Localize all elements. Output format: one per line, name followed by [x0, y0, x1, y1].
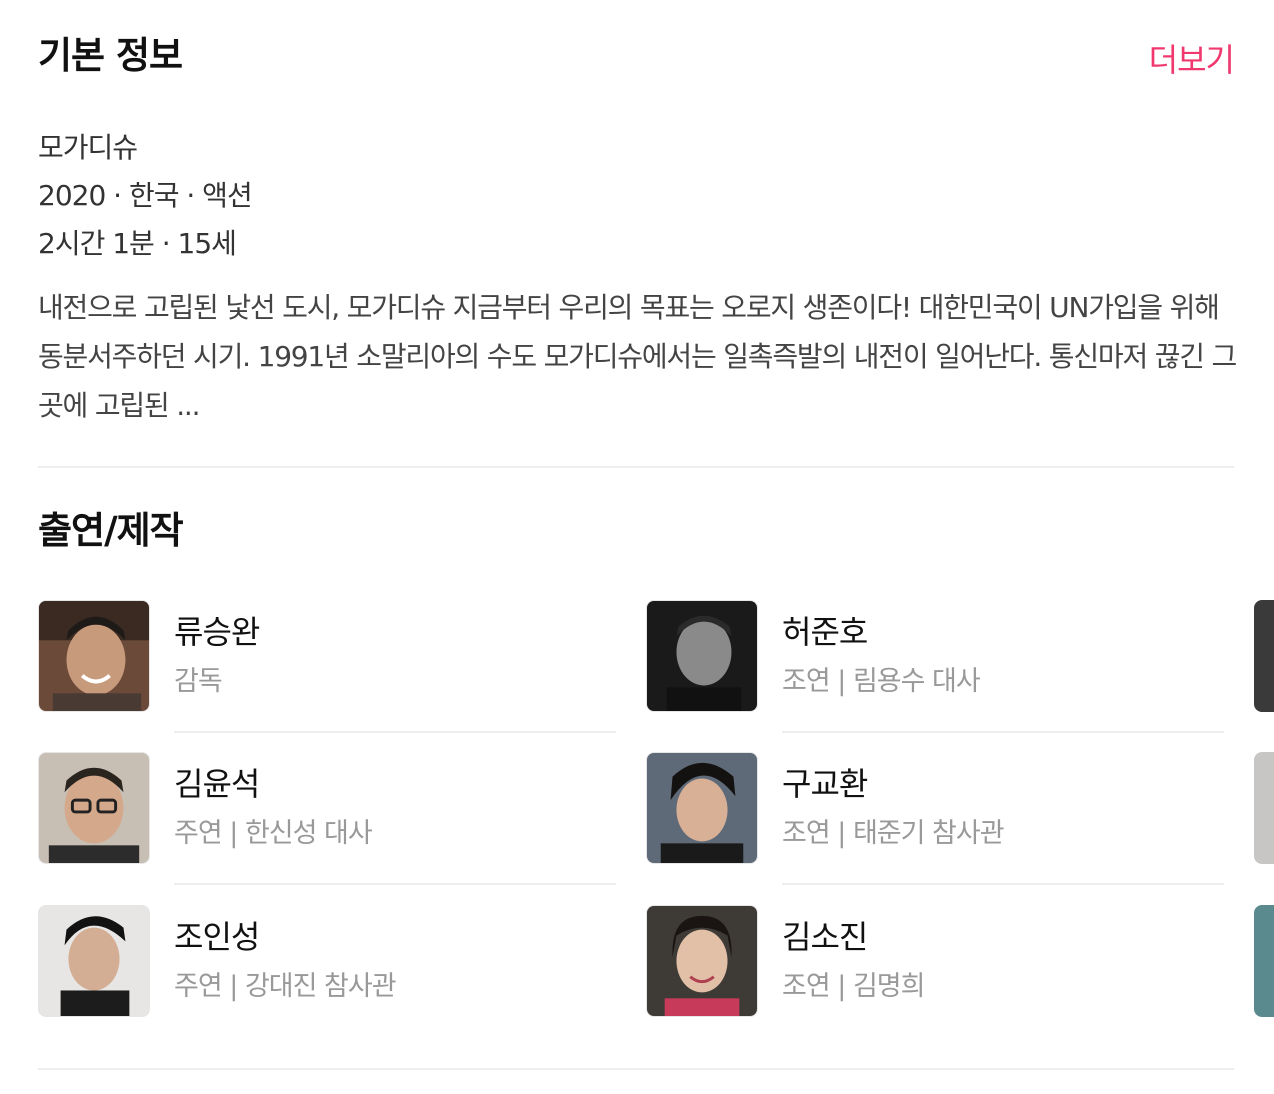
cast-photo-peek[interactable] — [1254, 752, 1274, 864]
cast-photo — [38, 600, 150, 712]
cast-section-title: 출연/제작 — [38, 509, 184, 552]
basic-info-header: 기본 정보 더보기 — [38, 30, 1235, 86]
section-divider-bottom — [38, 1068, 1234, 1070]
cast-item[interactable]: 류승완 감독 — [38, 600, 616, 714]
cast-name: 김윤석 — [174, 765, 260, 803]
cast-photo — [646, 752, 758, 864]
cast-role: 조연 | 김명희 — [782, 971, 925, 1002]
cast-photo-peek[interactable] — [1254, 905, 1274, 1017]
cast-role: 조연 | 림용수 대사 — [782, 666, 981, 697]
cast-name: 허준호 — [782, 613, 868, 651]
cast-photo — [646, 905, 758, 1017]
cast-role: 주연 | 강대진 참사관 — [174, 971, 397, 1002]
cast-photo — [38, 905, 150, 1017]
movie-meta: 모가디슈 2020 · 한국 · 액션 2시간 1분 · 15세 — [38, 124, 253, 268]
more-button[interactable]: 더보기 — [1149, 36, 1235, 84]
cast-item[interactable]: 김윤석 주연 | 한신성 대사 — [38, 752, 616, 866]
section-divider — [38, 466, 1234, 468]
cast-item[interactable]: 김소진 조연 | 김명희 — [646, 905, 1224, 1019]
cast-photo-peek[interactable] — [1254, 600, 1274, 712]
cast-name: 김소진 — [782, 918, 868, 956]
row-divider — [782, 731, 1224, 733]
row-divider — [174, 731, 616, 733]
cast-role: 주연 | 한신성 대사 — [174, 818, 373, 849]
cast-item[interactable]: 구교환 조연 | 태준기 참사관 — [646, 752, 1224, 866]
cast-name: 구교환 — [782, 765, 868, 803]
cast-photo — [646, 600, 758, 712]
movie-year-country-genre: 2020 · 한국 · 액션 — [38, 179, 253, 212]
movie-runtime-rating: 2시간 1분 · 15세 — [38, 227, 237, 260]
cast-name: 류승완 — [174, 613, 260, 651]
cast-name: 조인성 — [174, 918, 260, 956]
cast-item[interactable]: 허준호 조연 | 림용수 대사 — [646, 600, 1224, 714]
cast-grid: 류승완 감독 허준호 조연 | 림용수 대사 김윤석 주연 | 한신성 대사 구… — [0, 600, 1274, 1020]
movie-info-page: 기본 정보 더보기 모가디슈 2020 · 한국 · 액션 2시간 1분 · 1… — [0, 0, 1274, 1094]
movie-synopsis[interactable]: 내전으로 고립된 낯선 도시, 모가디슈 지금부터 우리의 목표는 오로지 생존… — [38, 283, 1238, 430]
cast-item[interactable]: 조인성 주연 | 강대진 참사관 — [38, 905, 616, 1019]
cast-role: 감독 — [174, 666, 223, 697]
row-divider — [782, 883, 1224, 885]
movie-title: 모가디슈 — [38, 131, 138, 164]
cast-role: 조연 | 태준기 참사관 — [782, 818, 1005, 849]
basic-info-title: 기본 정보 — [38, 34, 183, 77]
cast-photo — [38, 752, 150, 864]
row-divider — [174, 883, 616, 885]
